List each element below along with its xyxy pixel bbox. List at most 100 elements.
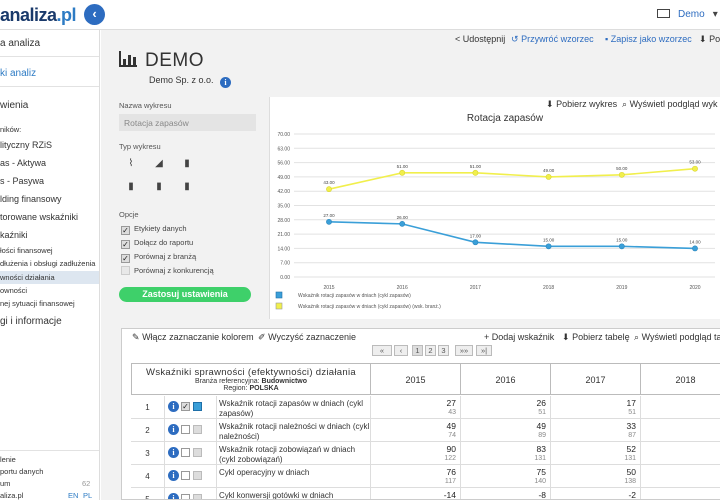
chart-name-input[interactable] <box>119 114 256 131</box>
indicator-name: Wskaźnik rotacji zapasów w dniach (cykl … <box>217 396 371 419</box>
sidebar-subitem-efficiency[interactable]: wności działania <box>0 271 99 284</box>
value-cell: 1 <box>641 396 720 419</box>
save-template-button[interactable]: ▪ Zapisz jako wzorzec <box>605 34 692 44</box>
color-marker[interactable] <box>193 471 202 480</box>
save-icon: ▪ <box>605 34 609 44</box>
table-row[interactable]: 2 i Wskaźnik rotacji należności w dniach (… <box>131 419 720 442</box>
page-first-button[interactable]: « <box>372 345 392 356</box>
page-1-button[interactable]: 1 <box>412 345 423 356</box>
info-icon[interactable]: i <box>168 401 179 412</box>
checkbox-checked-icon[interactable]: ✓ <box>121 240 130 249</box>
sidebar-item-liabilities[interactable]: s - Pasywa <box>0 176 44 186</box>
page-last-button[interactable]: »| <box>476 345 492 356</box>
checkbox-unchecked-icon[interactable] <box>181 471 190 480</box>
sidebar-item-services[interactable]: gi i informacje <box>0 316 62 327</box>
line-chart-type-icon[interactable]: ⌇ <box>121 158 141 172</box>
row-number: 1 <box>131 396 165 419</box>
checkbox-unchecked-icon[interactable] <box>181 494 190 499</box>
sidebar-item-analysis-results[interactable]: ki analiz <box>0 68 36 79</box>
company-value: 76 <box>446 467 456 477</box>
area-chart-type-icon[interactable]: ◢ <box>149 158 169 172</box>
color-marker[interactable] <box>193 448 202 457</box>
share-button[interactable]: < Udostępnij <box>455 34 505 44</box>
color-select-button[interactable]: ✎ Włącz zaznaczanie kolorem <box>132 332 254 343</box>
sidebar-item-assets[interactable]: as - Aktywa <box>0 158 46 168</box>
user-menu[interactable]: Demo ▾ <box>657 9 718 20</box>
checkbox-unchecked-icon[interactable] <box>181 425 190 434</box>
clear-selection-button[interactable]: ✐ Wyczyść zaznaczenie <box>258 332 356 343</box>
sidebar-subitem-liquidity[interactable]: łości finansowej <box>0 246 53 255</box>
color-marker[interactable] <box>193 402 202 411</box>
sidebar-footer-link[interactable]: lenie <box>0 455 16 464</box>
undo-icon: ↺ <box>511 34 519 44</box>
company-value: 33 <box>626 421 636 431</box>
bar-chart-type-icon[interactable]: ▮ <box>177 158 197 172</box>
download-label: Pob <box>709 34 720 44</box>
table-row[interactable]: 3 i Wskaźnik rotacji zobowiązań w dniach (… <box>131 442 720 465</box>
restore-label: Przywróć wzorzec <box>521 34 594 44</box>
info-icon[interactable]: i <box>168 493 179 499</box>
page-prev-button[interactable]: ‹ <box>394 345 408 356</box>
data-point <box>545 243 552 250</box>
page-next-button[interactable]: »» <box>455 345 473 356</box>
lang-pl[interactable]: PL <box>83 491 92 500</box>
year-header: 2016 <box>461 363 551 395</box>
option-data-labels[interactable]: ✓ Etykiety danych <box>121 224 187 235</box>
checkbox-checked-icon[interactable]: ✓ <box>181 402 190 411</box>
checkbox-unchecked-icon[interactable] <box>121 266 130 275</box>
checkbox-checked-icon[interactable]: ✓ <box>121 254 130 263</box>
row-controls: i <box>165 465 217 488</box>
sidebar-item-holding[interactable]: lding finansowy <box>0 194 62 204</box>
data-label: 26.00 <box>397 215 409 220</box>
option-compare-industry[interactable]: ✓ Porównaj z branżą <box>121 252 196 263</box>
chevron-left-icon[interactable]: ‹ <box>84 4 105 25</box>
clear-selection-label: Wyczyść zaznaczenie <box>268 332 357 342</box>
sidebar-subitem-financial-situation[interactable]: nej sytuacji finansowej <box>0 299 75 308</box>
color-marker[interactable] <box>193 425 202 434</box>
data-label: 15.00 <box>543 237 555 242</box>
table-row[interactable]: 4 i Cykl operacyjny w dniach 76 117 75 140 50 13… <box>131 465 720 488</box>
x-tick-label: 2017 <box>470 285 481 291</box>
color-marker[interactable] <box>193 494 202 499</box>
checkbox-unchecked-icon[interactable] <box>181 448 190 457</box>
download-table-button[interactable]: ⬇ Pobierz tabelę <box>562 332 630 343</box>
row-controls: i <box>165 442 217 465</box>
info-icon[interactable]: i <box>220 77 232 88</box>
column-chart-type-icon[interactable]: ▮ <box>121 181 141 195</box>
download-button[interactable]: ⬇ Pob <box>699 34 720 45</box>
checkbox-checked-icon[interactable]: ✓ <box>121 226 130 235</box>
sidebar-footer-link[interactable]: portu danych <box>0 467 43 476</box>
page-3-button[interactable]: 3 <box>438 345 449 356</box>
lang-en[interactable]: EN <box>68 491 78 500</box>
industry-value: 140 <box>534 478 546 485</box>
top-actions: < Udostępnij ↺ Przywróć wzorzec ▪ Zapisz… <box>101 32 720 46</box>
info-icon[interactable]: i <box>168 447 179 458</box>
sidebar-item-indicators[interactable]: kaźniki <box>0 230 28 240</box>
combo-chart-type-icon[interactable]: ▮ <box>149 181 169 195</box>
sidebar-item-new-analysis[interactable]: a analiza <box>0 38 40 49</box>
info-icon[interactable]: i <box>168 470 179 481</box>
add-indicator-button[interactable]: + Dodaj wskaźnik <box>484 332 554 342</box>
option-compare-competition[interactable]: Porównaj z konkurencją <box>121 266 214 275</box>
page-2-button[interactable]: 2 <box>425 345 436 356</box>
sidebar-item-reports[interactable]: wienia <box>0 100 28 111</box>
option-include-report[interactable]: ✓ Dołącz do raportu <box>121 238 193 249</box>
share-label: Udostępnij <box>462 34 506 44</box>
main-content: < Udostępnij ↺ Przywróć wzorzec ▪ Zapisz… <box>101 30 720 500</box>
info-icon[interactable]: i <box>168 424 179 435</box>
data-point <box>692 245 698 252</box>
company-value: 26 <box>536 398 546 408</box>
sidebar-item-monitored[interactable]: torowane wskaźniki <box>0 212 78 222</box>
apply-settings-button[interactable]: Zastosuj ustawienia <box>119 287 251 302</box>
table-row[interactable]: 1 i ✓ Wskaźnik rotacji zapasów w dniach (cy… <box>131 396 720 419</box>
sidebar-subitem-profitability[interactable]: owności <box>0 286 27 295</box>
sidebar-subitem-debt[interactable]: dłużenia i obsługi zadłużenia <box>0 259 95 268</box>
sidebar-item-rzis[interactable]: lityczny RZiS <box>0 140 52 150</box>
restore-template-button[interactable]: ↺ Przywróć wzorzec <box>511 34 594 45</box>
preview-table-button[interactable]: ⌕ Wyświetl podgląd ta <box>634 332 720 343</box>
sidebar-footer-link[interactable]: um <box>0 479 10 488</box>
stacked-chart-type-icon[interactable]: ▮ <box>177 181 197 195</box>
share-icon: < <box>455 34 461 44</box>
table-row[interactable]: 5 i Cykl konwersji gotówki w dniach -14 -8 -2 <box>131 488 720 499</box>
logo[interactable]: analiza.pl <box>0 5 77 26</box>
